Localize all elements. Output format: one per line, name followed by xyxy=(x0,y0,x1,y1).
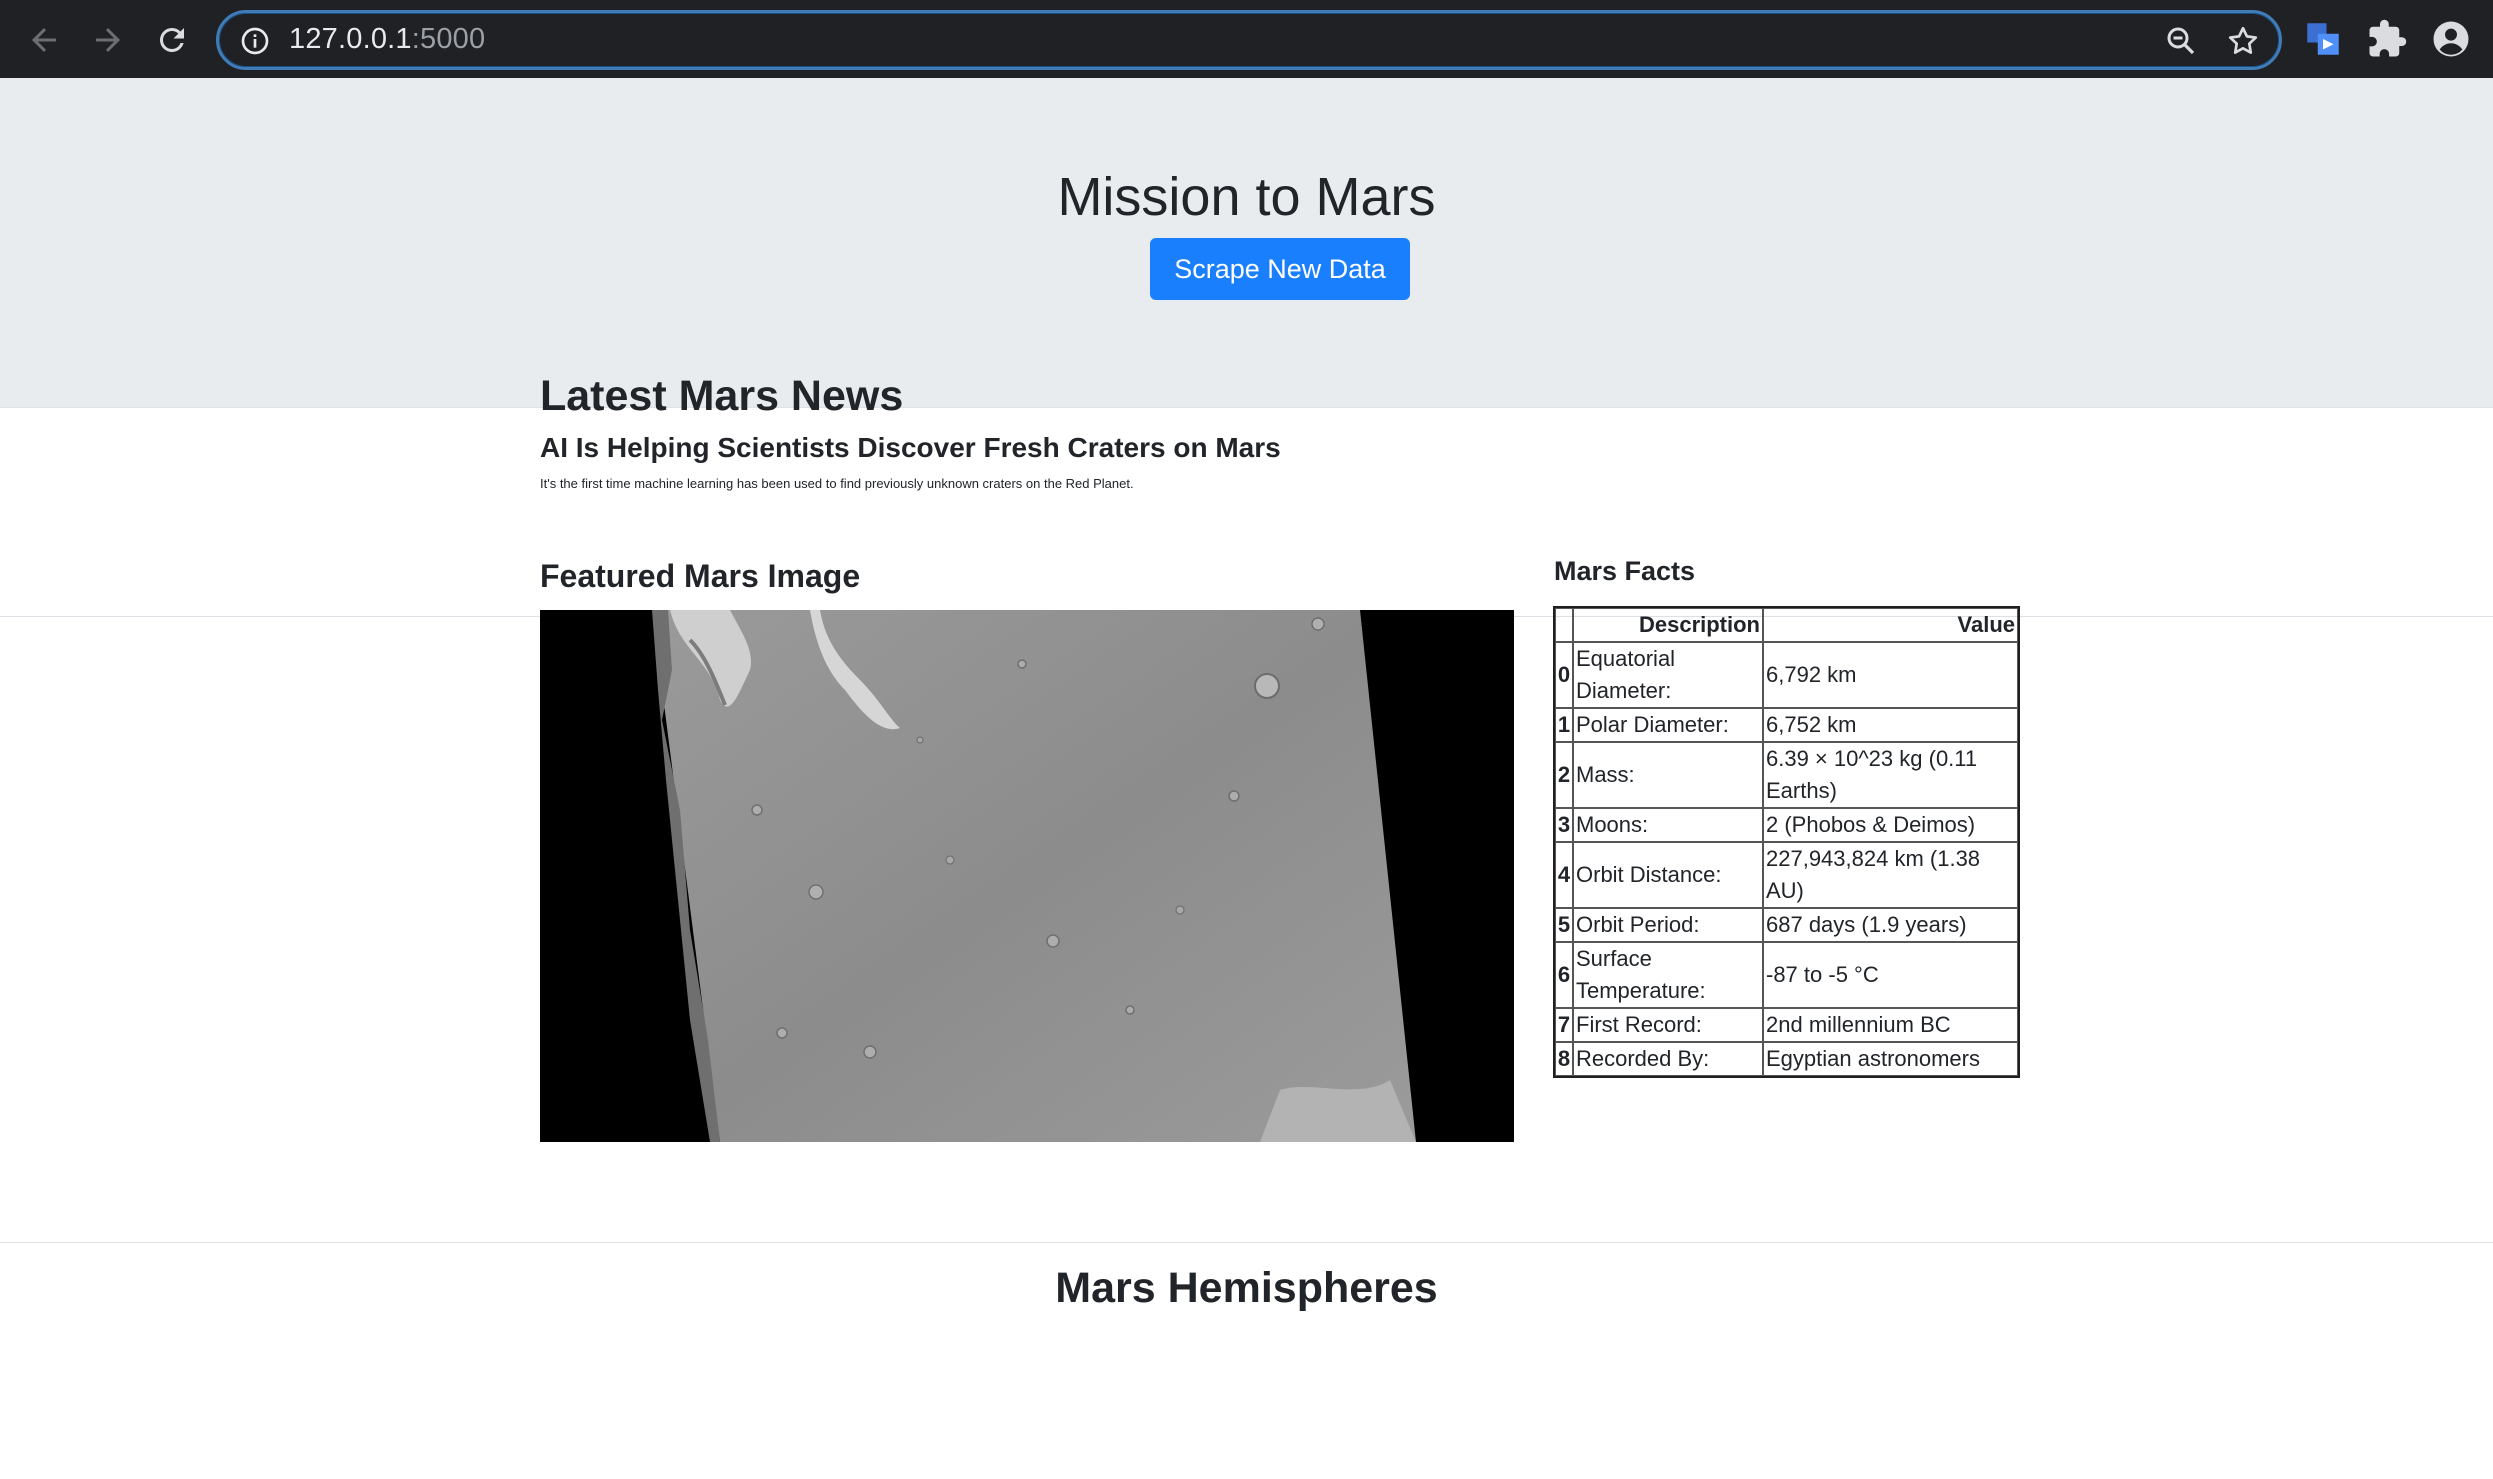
facts-heading: Mars Facts xyxy=(1554,556,1696,586)
row-value: 6,752 km xyxy=(1763,708,2018,742)
zoom-icon[interactable] xyxy=(2163,23,2199,59)
table-row: 3 Moons: 2 (Phobos & Deimos) xyxy=(1555,808,2018,842)
row-index: 0 xyxy=(1555,642,1573,708)
profile-icon[interactable] xyxy=(2430,18,2472,60)
row-value: 2 (Phobos & Deimos) xyxy=(1763,808,2018,842)
url-text: 127.0.0.1:5000 xyxy=(289,23,486,55)
row-value: 6.39 × 10^23 kg (0.11 Earths) xyxy=(1763,742,2018,808)
row-description: Orbit Period: xyxy=(1573,908,1763,942)
star-icon[interactable] xyxy=(2225,23,2261,59)
row-index: 1 xyxy=(1555,708,1573,742)
table-row: 7 First Record: 2nd millennium BC xyxy=(1555,1008,2018,1042)
browser-toolbar: 127.0.0.1:5000 xyxy=(0,0,2493,78)
row-description: Mass: xyxy=(1573,742,1763,808)
row-description: Equatorial Diameter: xyxy=(1573,642,1763,708)
row-description: Polar Diameter: xyxy=(1573,708,1763,742)
table-row: 6 Surface Temperature: -87 to -5 °C xyxy=(1555,942,2018,1008)
row-description: Orbit Distance: xyxy=(1573,842,1763,908)
scrape-button[interactable]: Scrape New Data xyxy=(1150,238,1410,300)
forward-arrow-icon[interactable] xyxy=(82,14,134,66)
row-value: -87 to -5 °C xyxy=(1763,942,2018,1008)
row-description: Surface Temperature: xyxy=(1573,942,1763,1008)
table-row: 1 Polar Diameter: 6,752 km xyxy=(1555,708,2018,742)
row-index: 7 xyxy=(1555,1008,1573,1042)
row-index: 6 xyxy=(1555,942,1573,1008)
row-index: 2 xyxy=(1555,742,1573,808)
row-value: 687 days (1.9 years) xyxy=(1763,908,2018,942)
address-bar[interactable]: 127.0.0.1:5000 xyxy=(216,10,2282,70)
table-row: 2 Mass: 6.39 × 10^23 kg (0.11 Earths) xyxy=(1555,742,2018,808)
page-title: Mission to Mars xyxy=(1057,167,1436,227)
puzzle-icon[interactable] xyxy=(2366,18,2408,60)
reload-icon[interactable] xyxy=(146,14,198,66)
row-value: 2nd millennium BC xyxy=(1763,1008,2018,1042)
description-header: Description xyxy=(1573,608,1763,642)
divider xyxy=(0,1242,2493,1243)
table-row: 5 Orbit Period: 687 days (1.9 years) xyxy=(1555,908,2018,942)
featured-image-heading: Featured Mars Image xyxy=(540,558,861,594)
index-header xyxy=(1555,608,1573,642)
row-value: 227,943,824 km (1.38 AU) xyxy=(1763,842,2018,908)
row-value: Egyptian astronomers xyxy=(1763,1042,2018,1076)
row-value: 6,792 km xyxy=(1763,642,2018,708)
back-arrow-icon[interactable] xyxy=(18,14,70,66)
row-description: Recorded By: xyxy=(1573,1042,1763,1076)
hemispheres-heading: Mars Hemispheres xyxy=(1055,1264,1438,1312)
row-index: 3 xyxy=(1555,808,1573,842)
news-title: AI Is Helping Scientists Discover Fresh … xyxy=(540,432,1281,463)
row-index: 8 xyxy=(1555,1042,1573,1076)
row-index: 4 xyxy=(1555,842,1573,908)
news-heading: Latest Mars News xyxy=(540,372,904,420)
mars-facts-table: Description Value 0 Equatorial Diameter:… xyxy=(1553,606,2020,1078)
row-index: 5 xyxy=(1555,908,1573,942)
info-icon[interactable] xyxy=(239,25,271,57)
table-row: 0 Equatorial Diameter: 6,792 km xyxy=(1555,642,2018,708)
row-description: Moons: xyxy=(1573,808,1763,842)
news-teaser: It's the first time machine learning has… xyxy=(540,476,1134,491)
extension-icon[interactable] xyxy=(2302,18,2344,60)
jumbotron: Mission to Mars Scrape New Data xyxy=(0,78,2493,408)
value-header: Value xyxy=(1763,608,2018,642)
row-description: First Record: xyxy=(1573,1008,1763,1042)
featured-mars-image[interactable] xyxy=(540,610,1514,1142)
table-row: 8 Recorded By: Egyptian astronomers xyxy=(1555,1042,2018,1076)
table-header-row: Description Value xyxy=(1555,608,2018,642)
table-row: 4 Orbit Distance: 227,943,824 km (1.38 A… xyxy=(1555,842,2018,908)
